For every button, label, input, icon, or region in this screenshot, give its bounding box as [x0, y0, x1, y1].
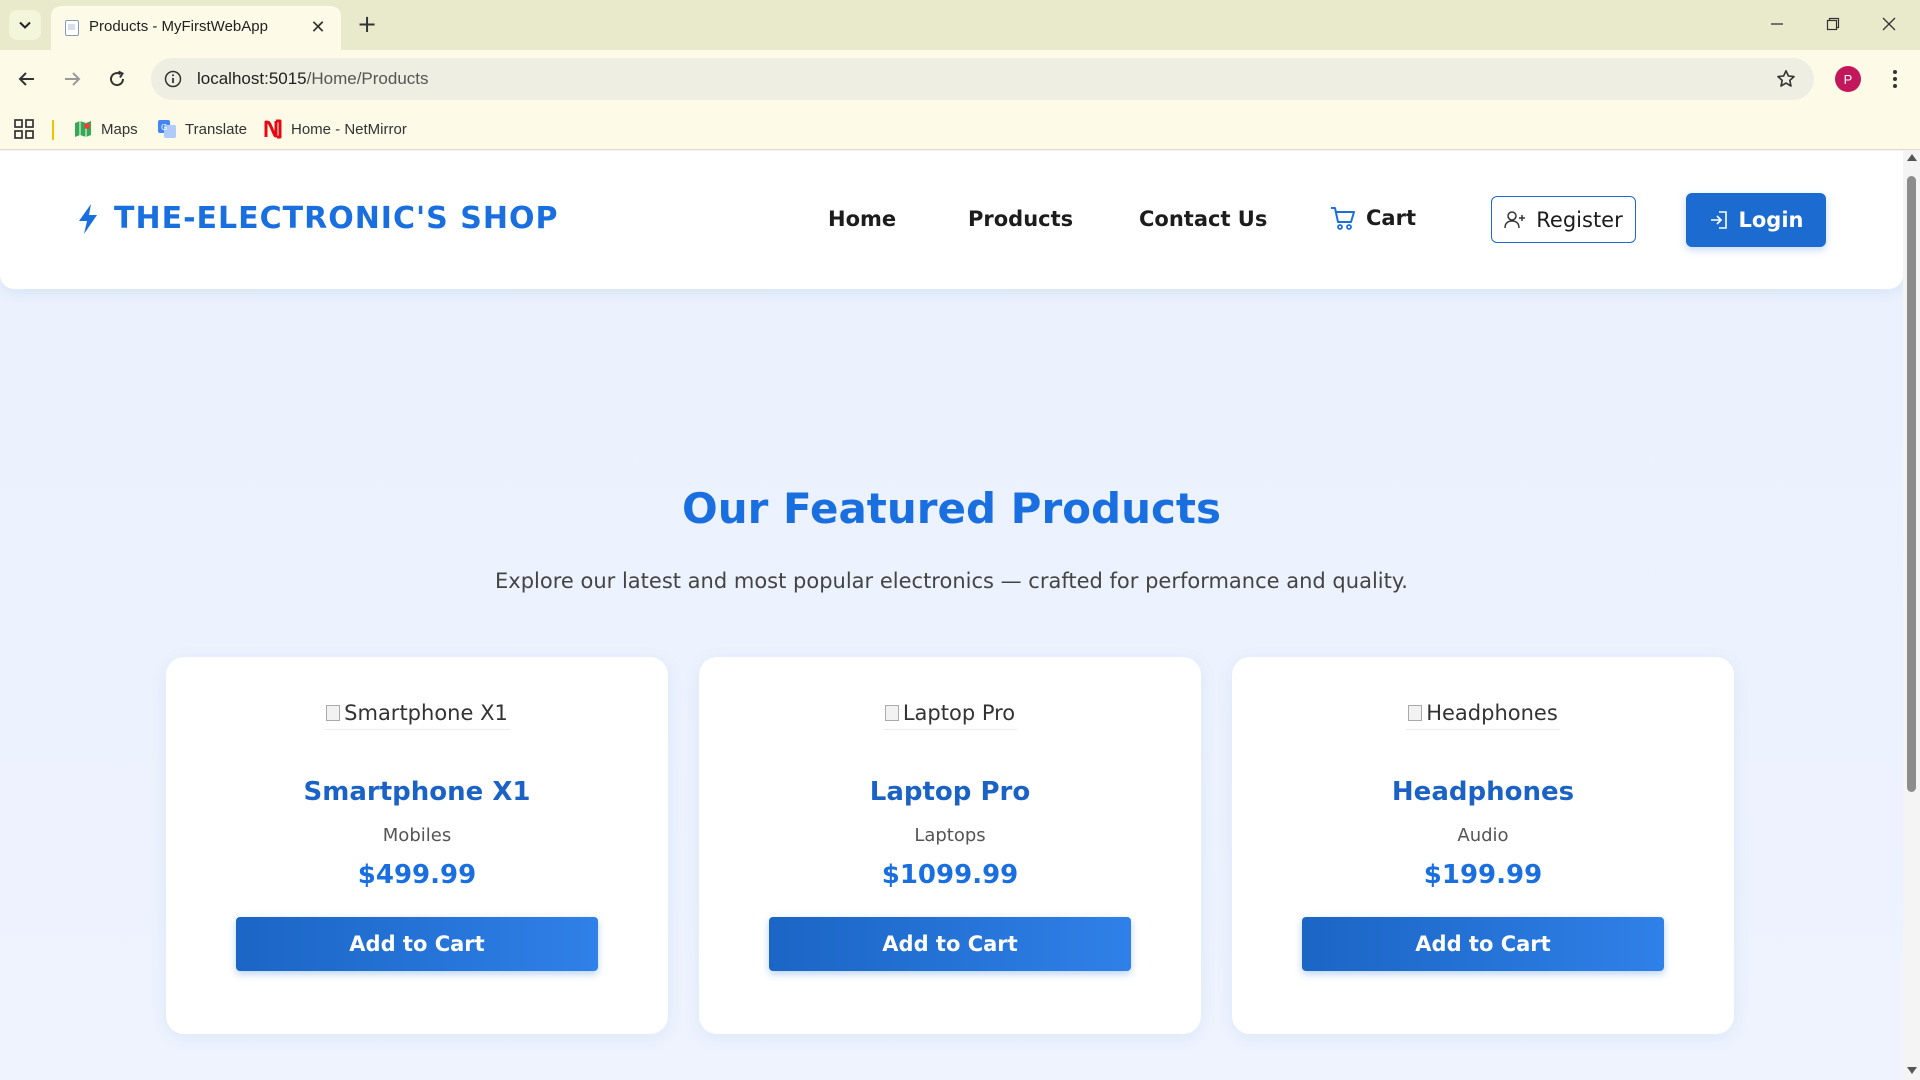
site-logo[interactable]: THE-ELECTRONIC'S SHOP [76, 201, 558, 236]
scroll-down-arrow-icon[interactable] [1907, 1067, 1917, 1074]
product-image-alt: Headphones [1406, 699, 1560, 730]
nav-link-contact[interactable]: Contact Us [1139, 207, 1267, 231]
page-subtitle: Explore our latest and most popular elec… [495, 569, 1408, 593]
product-image: Headphones [1232, 699, 1734, 730]
bookmark-netmirror[interactable]: Home - NetMirror [263, 117, 407, 141]
minimize-icon[interactable] [1762, 12, 1792, 36]
maps-icon [75, 121, 91, 137]
product-category: Mobiles [382, 825, 452, 846]
product-price: $499.99 [357, 860, 477, 890]
site-header: THE-ELECTRONIC'S SHOP Home Products Cont… [0, 151, 1903, 289]
bookmark-label: Home - NetMirror [291, 120, 407, 138]
address-bar[interactable]: localhost:5015/Home/Products [151, 58, 1814, 100]
page-scrollbar[interactable] [1903, 151, 1920, 1080]
bookmarks-separator [52, 120, 54, 140]
product-name: Headphones [1391, 777, 1575, 807]
product-price: $1099.99 [881, 860, 1019, 890]
window-close-icon[interactable] [1874, 12, 1904, 36]
translate-icon: G [158, 120, 176, 138]
register-button[interactable]: Register [1491, 196, 1636, 243]
netmirror-icon [264, 119, 282, 139]
product-card: Laptop Pro Laptop Pro Laptops $1099.99 A… [699, 657, 1201, 1034]
back-icon[interactable] [11, 63, 43, 95]
forward-icon[interactable] [56, 63, 88, 95]
svg-text:G: G [161, 123, 167, 132]
nav-link-products[interactable]: Products [968, 207, 1073, 231]
product-card: Headphones Headphones Audio $199.99 Add … [1232, 657, 1734, 1034]
apps-grid-icon[interactable] [13, 118, 35, 140]
bookmark-maps[interactable]: Maps [73, 117, 138, 141]
cart-label: Cart [1366, 206, 1416, 230]
page-viewport: THE-ELECTRONIC'S SHOP Home Products Cont… [0, 151, 1903, 1080]
page-title: Our Featured Products [682, 484, 1221, 533]
product-image: Laptop Pro [699, 699, 1201, 730]
reload-icon[interactable] [101, 63, 133, 95]
bookmark-label: Maps [101, 120, 138, 138]
bookmark-translate[interactable]: G Translate [157, 117, 247, 141]
browser-menu-icon[interactable] [1880, 64, 1910, 94]
url-text: localhost:5015/Home/Products [197, 69, 429, 89]
nav-link-cart[interactable]: Cart [1330, 205, 1416, 231]
product-name: Laptop Pro [869, 777, 1031, 807]
tab-search-button[interactable] [9, 10, 41, 40]
browser-tab-active[interactable]: Products - MyFirstWebApp ✕ [51, 6, 341, 50]
add-user-icon [1504, 210, 1526, 228]
scroll-up-arrow-icon[interactable] [1907, 154, 1917, 161]
page-favicon-icon [65, 20, 79, 36]
tab-title: Products - MyFirstWebApp [89, 18, 268, 35]
cart-icon [1331, 207, 1355, 230]
login-label: Login [1738, 208, 1804, 232]
add-to-cart-button[interactable]: Add to Cart [1302, 917, 1664, 971]
new-tab-button[interactable]: + [353, 10, 381, 38]
login-icon [1710, 211, 1727, 229]
add-to-cart-button[interactable]: Add to Cart [236, 917, 598, 971]
site-info-icon[interactable] [161, 67, 185, 91]
product-category: Laptops [914, 825, 986, 846]
nav-link-home[interactable]: Home [828, 207, 896, 231]
profile-avatar[interactable]: P [1835, 66, 1861, 92]
login-button[interactable]: Login [1686, 193, 1826, 247]
product-price: $199.99 [1423, 860, 1543, 890]
bookmarks-bar: Maps G Translate Home - NetMirror [0, 108, 1920, 150]
bookmark-label: Translate [185, 120, 247, 138]
product-image-alt: Smartphone X1 [324, 699, 510, 730]
product-category: Audio [1457, 825, 1509, 846]
bookmark-star-icon[interactable] [1774, 67, 1798, 91]
lightning-bolt-icon [79, 203, 97, 234]
product-card: Smartphone X1 Smartphone X1 Mobiles $499… [166, 657, 668, 1034]
product-image: Smartphone X1 [166, 699, 668, 730]
scroll-thumb[interactable] [1907, 176, 1916, 792]
product-image-alt: Laptop Pro [882, 699, 1018, 730]
product-name: Smartphone X1 [303, 777, 531, 807]
url-path: /Home/Products [306, 69, 429, 88]
chevron-down-icon [19, 21, 31, 29]
register-label: Register [1536, 207, 1623, 232]
browser-toolbar: localhost:5015/Home/Products P [0, 50, 1920, 108]
browser-tabstrip: Products - MyFirstWebApp ✕ + [0, 0, 1920, 50]
close-icon[interactable]: ✕ [307, 16, 329, 38]
add-to-cart-button[interactable]: Add to Cart [769, 917, 1131, 971]
logo-text: THE-ELECTRONIC'S SHOP [114, 201, 559, 236]
restore-icon[interactable] [1818, 12, 1848, 36]
url-host: localhost:5015 [197, 69, 307, 88]
